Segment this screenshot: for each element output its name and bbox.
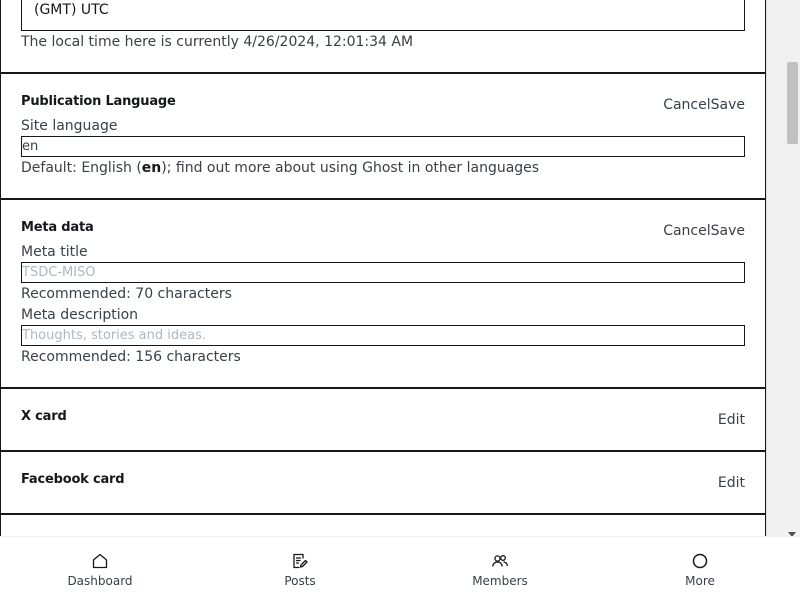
publication-language-actions: CancelSave (663, 97, 745, 113)
save-button[interactable]: Save (711, 223, 745, 239)
local-time-text: The local time here is currently 4/26/20… (21, 34, 414, 50)
save-button[interactable]: Save (711, 97, 745, 113)
vertical-scrollbar[interactable] (766, 0, 800, 540)
nav-label-more: More (685, 574, 715, 588)
x-card-section: X card Edit (0, 389, 766, 452)
cancel-button[interactable]: Cancel (663, 223, 710, 239)
settings-content: (GMT) UTC The local time here is current… (0, 0, 766, 536)
nav-item-members[interactable]: Members (400, 537, 600, 600)
nav-item-dashboard[interactable]: Dashboard (0, 537, 200, 600)
site-language-label: Site language (21, 118, 118, 134)
hint-prefix: Default: English ( (21, 160, 142, 176)
x-card-title: X card (21, 409, 67, 424)
nav-label-dashboard: Dashboard (67, 574, 133, 588)
facebook-card-section: Facebook card Edit (0, 452, 766, 515)
site-language-hint: Default: English (en); find out more abo… (21, 160, 539, 176)
cancel-button[interactable]: Cancel (663, 97, 710, 113)
facebook-card-edit-button[interactable]: Edit (718, 475, 745, 491)
hint-language-code: en (141, 160, 162, 176)
facebook-card-title: Facebook card (21, 472, 125, 487)
nav-item-more[interactable]: More (600, 537, 800, 600)
meta-title-hint: Recommended: 70 characters (21, 286, 232, 302)
meta-description-hint: Recommended: 156 characters (21, 349, 241, 365)
members-icon (492, 555, 508, 567)
publication-language-section: Publication Language CancelSave Site lan… (0, 74, 766, 200)
nav-label-posts: Posts (284, 574, 316, 588)
next-section (0, 515, 766, 536)
meta-description-label: Meta description (21, 307, 139, 323)
meta-title-label: Meta title (21, 244, 88, 260)
nav-item-posts[interactable]: Posts (200, 537, 400, 600)
x-card-edit-button[interactable]: Edit (718, 412, 745, 428)
home-icon (92, 553, 108, 569)
meta-data-title: Meta data (21, 220, 94, 235)
timezone-selected-value: (GMT) UTC (34, 2, 109, 18)
meta-data-actions: CancelSave (663, 223, 745, 239)
meta-title-input[interactable] (21, 262, 745, 283)
bottom-navigation: Dashboard Posts Members More (0, 536, 800, 600)
timezone-section: (GMT) UTC The local time here is current… (0, 0, 766, 74)
publication-language-title: Publication Language (21, 94, 176, 109)
timezone-select[interactable]: (GMT) UTC (21, 0, 745, 31)
meta-description-input[interactable] (21, 325, 745, 346)
site-language-input[interactable] (21, 136, 745, 157)
scrollbar-thumb[interactable] (787, 62, 798, 144)
nav-label-members: Members (472, 574, 528, 588)
hint-suffix: ); find out more about using Ghost in ot… (161, 160, 540, 176)
meta-data-section: Meta data CancelSave Meta title Recommen… (0, 200, 766, 389)
posts-icon (293, 553, 308, 569)
more-circle-icon (692, 553, 708, 569)
